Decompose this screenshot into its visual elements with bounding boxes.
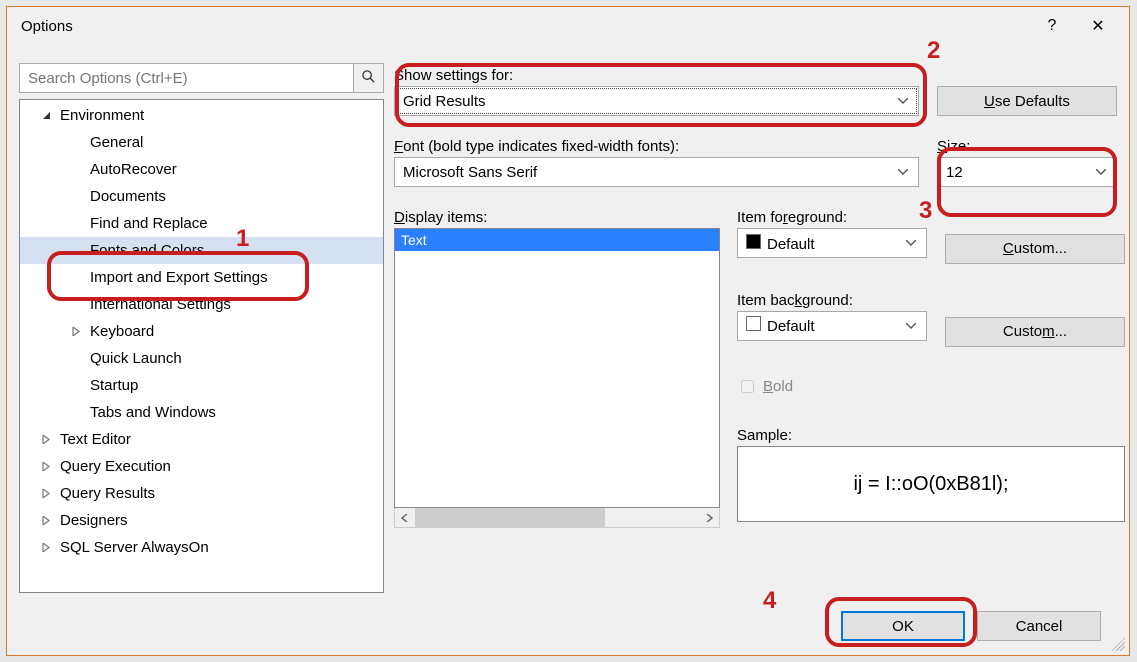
tree-item-label: Query Execution [60,458,171,475]
tree-item-label: Find and Replace [90,215,208,232]
dialog-footer: OK Cancel 4 [7,597,1129,655]
nav-tree[interactable]: Environment General AutoRecover Documents Fi… [19,99,384,593]
bold-checkbox [741,380,754,393]
tree-item[interactable]: General [20,129,383,156]
tree-item[interactable]: Designers [20,507,383,534]
tree-item[interactable]: Documents [20,183,383,210]
scroll-left-icon[interactable] [395,508,415,527]
use-defaults-button[interactable]: Use Defaults [937,86,1117,116]
size-combo[interactable]: 12 [937,157,1117,187]
horizontal-scrollbar[interactable] [394,508,720,528]
chevron-down-icon [1092,161,1110,183]
tree-item[interactable]: SQL Server AlwaysOn [20,534,383,561]
close-button[interactable]: ✕ [1075,7,1121,45]
font-combo[interactable]: Microsoft Sans Serif [394,157,919,187]
search-icon [361,69,376,88]
scroll-thumb[interactable] [415,508,605,527]
scroll-right-icon[interactable] [699,508,719,527]
expand-icon [38,516,54,525]
tree-item[interactable]: Query Execution [20,453,383,480]
list-item[interactable]: Text [395,229,719,251]
search-button[interactable] [354,63,384,93]
cancel-button[interactable]: Cancel [977,611,1101,641]
sample-text: ij = I::oO(0xB81l); [853,473,1008,496]
item-background-value: Default [767,318,815,335]
item-foreground-value: Default [767,236,815,253]
tree-item[interactable]: Quick Launch [20,345,383,372]
sample-label: Sample: [737,427,1125,444]
chevron-down-icon [902,315,920,337]
expand-icon [68,327,84,336]
color-swatch-icon [746,316,761,331]
tree-item[interactable]: International Settings [20,291,383,318]
tree-item[interactable]: Startup [20,372,383,399]
size-value: 12 [946,164,963,181]
item-background-combo[interactable]: Default [737,311,927,341]
bold-label: Bold [763,378,793,395]
tree-item[interactable]: Fonts and Colors [20,237,383,264]
tree-item-label: Designers [60,512,128,529]
tree-item-label: AutoRecover [90,161,177,178]
resize-grip-icon[interactable] [1111,637,1125,651]
item-foreground-combo[interactable]: Default [737,228,927,258]
tree-item[interactable]: AutoRecover [20,156,383,183]
tree-item-label: General [90,134,143,151]
show-settings-for-combo[interactable]: Grid Results [394,86,919,116]
tree-item-label: Quick Launch [90,350,182,367]
left-pane: Environment General AutoRecover Documents Fi… [19,45,384,593]
expand-icon [38,462,54,471]
tree-item[interactable]: Query Results [20,480,383,507]
expand-icon [38,489,54,498]
display-items-list[interactable]: Text [394,228,720,508]
sample-box: ij = I::oO(0xB81l); [737,446,1125,522]
tree-item-label: Text Editor [60,431,131,448]
size-label: Size: [937,138,1117,155]
item-foreground-label: Item foreground: [737,209,927,226]
tree-item-label: Import and Export Settings [90,269,268,286]
tree-item-label: Documents [90,188,166,205]
custom-background-button[interactable]: Custom... [945,317,1125,347]
dialog-title: Options [21,18,1029,35]
right-pane: Show settings for: Grid Results Use Defa… [394,45,1117,593]
collapse-icon [38,111,54,120]
custom-foreground-button[interactable]: Custom... [945,234,1125,264]
font-value: Microsoft Sans Serif [403,164,537,181]
item-background-label: Item background: [737,292,927,309]
tree-item[interactable]: Keyboard [20,318,383,345]
help-button[interactable]: ? [1029,7,1075,45]
show-settings-for-label: Show settings for: [394,67,919,84]
titlebar: Options ? ✕ [7,7,1129,45]
chevron-down-icon [894,90,912,112]
options-dialog: Options ? ✕ Environment General AutoRecove… [6,6,1130,656]
tree-item-label: SQL Server AlwaysOn [60,539,209,556]
tree-item[interactable]: Environment [20,102,383,129]
font-label: Font (bold type indicates fixed-width fo… [394,138,919,155]
tree-item-label: Tabs and Windows [90,404,216,421]
tree-item-label: Environment [60,107,144,124]
tree-item[interactable]: Import and Export Settings [20,264,383,291]
tree-item-label: Query Results [60,485,155,502]
chevron-down-icon [894,161,912,183]
color-swatch-icon [746,234,761,249]
tree-item-label: Startup [90,377,138,394]
tree-item[interactable]: Find and Replace [20,210,383,237]
tree-item[interactable]: Tabs and Windows [20,399,383,426]
tree-item-label: Keyboard [90,323,154,340]
show-settings-for-value: Grid Results [403,93,486,110]
expand-icon [38,543,54,552]
ok-button[interactable]: OK [841,611,965,641]
search-input[interactable] [19,63,354,93]
tree-item[interactable]: Text Editor [20,426,383,453]
chevron-down-icon [902,232,920,254]
tree-item-label: Fonts and Colors [90,242,204,259]
expand-icon [38,435,54,444]
tree-item-label: International Settings [90,296,231,313]
